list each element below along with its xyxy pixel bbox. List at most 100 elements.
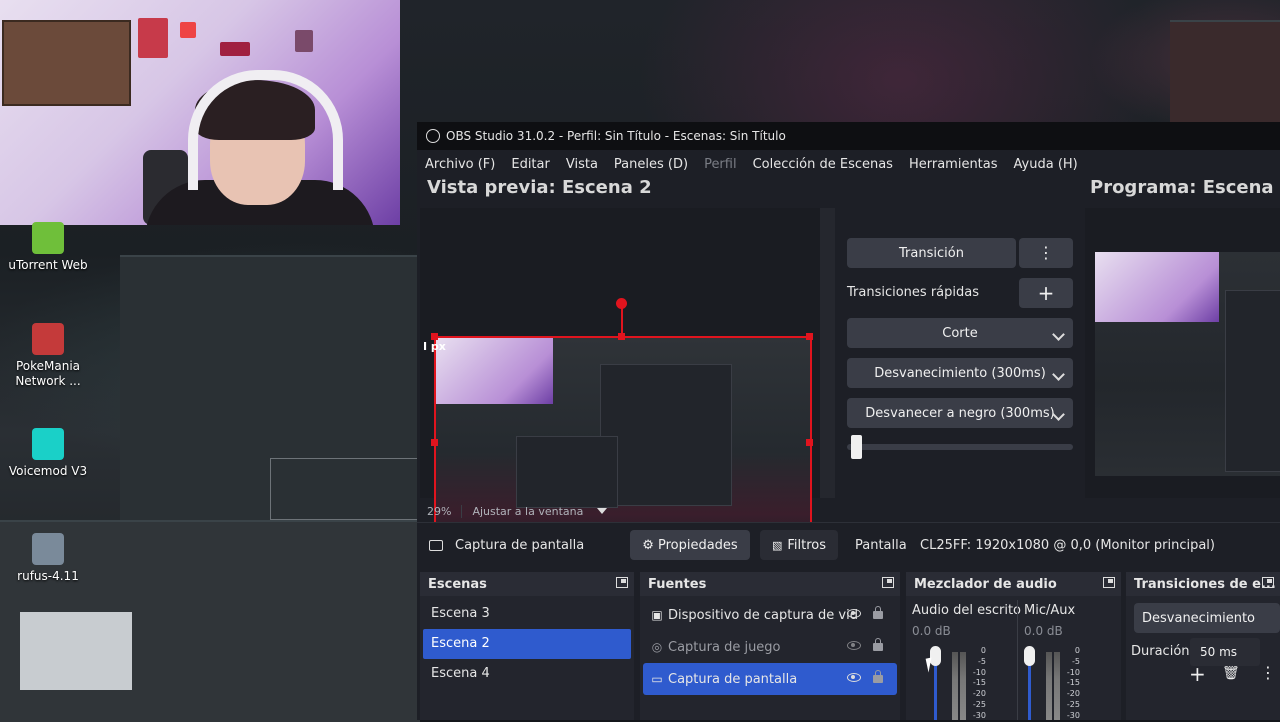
filters-button[interactable]: ▧ Filtros xyxy=(760,530,838,560)
meter-tick: -25 xyxy=(972,699,986,709)
program-nested-window xyxy=(1225,290,1280,472)
duration-label: Duración xyxy=(1131,644,1190,659)
source-item-label: Captura de pantalla xyxy=(668,671,798,687)
filters-label: Filtros xyxy=(787,537,827,553)
chevron-down-icon xyxy=(1052,328,1065,341)
scene-item[interactable]: Escena 2 xyxy=(423,629,631,659)
transition-button[interactable]: Transición xyxy=(847,238,1016,268)
audio-meter xyxy=(952,652,958,720)
menu-perfil[interactable]: Perfil xyxy=(704,157,737,172)
transition-menu-button[interactable]: ⋮ xyxy=(1019,238,1073,268)
monitor-icon: ▭ xyxy=(651,672,663,686)
scene-item[interactable]: Escena 4 xyxy=(423,659,631,689)
quick-transition-cut[interactable]: Corte xyxy=(847,318,1073,348)
duration-value: 50 ms xyxy=(1200,645,1238,659)
preview-nested-window xyxy=(600,364,732,506)
resize-handle[interactable] xyxy=(431,439,438,446)
meter-tick: -25 xyxy=(1066,699,1080,709)
source-item[interactable]: ▭ Captura de pantalla xyxy=(643,663,897,695)
meter-tick: -15 xyxy=(972,678,986,688)
t-bar-handle[interactable] xyxy=(851,435,863,459)
desktop-icon-rufus[interactable]: rufus-4.11 xyxy=(8,533,88,584)
preview-scrollbar[interactable] xyxy=(820,208,835,498)
screen-select[interactable]: CL25FF: 1920x1080 @ 0,0 (Monitor princip… xyxy=(907,530,1280,560)
mixer-channel-name: Audio del escrito xyxy=(912,603,1022,618)
t-bar-slider[interactable] xyxy=(847,444,1073,450)
screen-label: Pantalla xyxy=(855,538,907,553)
menu-archivo[interactable]: Archivo (F) xyxy=(425,157,495,172)
pokemania-icon xyxy=(32,323,64,355)
visibility-hidden-eye-icon[interactable] xyxy=(847,641,861,650)
audio-mixer-header: Mezclador de audio xyxy=(906,572,1121,596)
selected-source-name: Captura de pantalla xyxy=(455,537,585,553)
lock-icon[interactable] xyxy=(873,670,883,683)
undock-icon[interactable] xyxy=(1262,577,1274,588)
menu-coleccion-escenas[interactable]: Colección de Escenas xyxy=(753,157,893,172)
volume-fader-knob[interactable] xyxy=(1024,646,1035,666)
add-quick-transition-button[interactable]: + xyxy=(1019,278,1073,308)
resize-handle[interactable] xyxy=(431,333,438,340)
menu-paneles[interactable]: Paneles (D) xyxy=(614,157,688,172)
rotation-line xyxy=(621,306,623,334)
audio-meter xyxy=(960,652,966,720)
quick-transition-fade[interactable]: Desvanecimiento (300ms) xyxy=(847,358,1073,388)
source-item[interactable]: ◎ Captura de juego xyxy=(643,631,897,663)
headphones xyxy=(188,70,343,190)
transition-type-select[interactable]: Desvanecimiento xyxy=(1134,603,1280,633)
webcam-overlay xyxy=(0,0,400,225)
more-vertical-icon: ⋮ xyxy=(1038,243,1054,262)
plus-icon: + xyxy=(1037,281,1055,305)
menu-herramientas[interactable]: Herramientas xyxy=(909,157,998,172)
mixer-divider xyxy=(1017,600,1018,720)
voicemod-icon xyxy=(32,428,64,460)
properties-button[interactable]: ⚙ Propiedades xyxy=(630,530,750,560)
rufus-icon xyxy=(32,533,64,565)
visibility-eye-icon[interactable] xyxy=(847,673,861,682)
meter-tick: -15 xyxy=(1066,678,1080,688)
source-item[interactable]: ▣ Dispositivo de captura de vid xyxy=(643,599,897,631)
quick-transition-fade-black[interactable]: Desvanecer a negro (300ms) xyxy=(847,398,1073,428)
undock-icon[interactable] xyxy=(616,577,628,588)
utorrent-icon xyxy=(32,222,64,254)
source-item-label: Dispositivo de captura de vid xyxy=(668,607,858,623)
fit-to-window-dropdown[interactable]: Ajustar a la ventana xyxy=(461,504,593,518)
resize-handle[interactable] xyxy=(806,439,813,446)
scene-item[interactable]: Escena 3 xyxy=(423,599,631,629)
chevron-down-icon xyxy=(1052,368,1065,381)
camera-icon: ▣ xyxy=(651,608,663,622)
zoom-level: 29% xyxy=(427,504,452,518)
resize-handle[interactable] xyxy=(806,333,813,340)
title-bar: OBS Studio 31.0.2 - Perfil: Sin Título -… xyxy=(417,122,1280,150)
resize-handle[interactable] xyxy=(618,333,625,340)
desktop-icon-utorrent[interactable]: uTorrent Web xyxy=(8,222,88,273)
undock-icon[interactable] xyxy=(882,577,894,588)
dropdown-arrow-icon[interactable] xyxy=(597,508,608,514)
gear-icon: ⚙ xyxy=(642,537,654,553)
meter-tick: -20 xyxy=(1066,689,1080,699)
desktop-icon-label: PokeMania Network ... xyxy=(15,359,81,388)
trash-icon[interactable]: 🗑 xyxy=(1222,665,1240,681)
wall-poster xyxy=(2,20,131,106)
desktop-icon-pokemania[interactable]: PokeMania Network ... xyxy=(8,323,88,389)
lock-icon[interactable] xyxy=(873,606,883,619)
desktop-icon-voicemod[interactable]: Voicemod V3 xyxy=(8,428,88,479)
program-output-image xyxy=(1095,252,1280,476)
meter-tick: -5 xyxy=(1072,656,1080,666)
desktop-icon-label: rufus-4.11 xyxy=(17,569,79,583)
background-fence xyxy=(270,458,422,520)
audio-mixer-dock: Mezclador de audio Audio del escrito 0.0… xyxy=(906,572,1121,720)
gamepad-icon: ◎ xyxy=(651,640,663,654)
duration-input[interactable]: 50 ms xyxy=(1190,638,1260,666)
preview-canvas[interactable]: I px xyxy=(420,208,820,552)
menu-vista[interactable]: Vista xyxy=(566,157,598,172)
lock-icon[interactable] xyxy=(873,638,883,651)
more-vertical-icon[interactable]: ⋮ xyxy=(1260,663,1276,682)
quick-transition-label: Desvanecimiento (300ms) xyxy=(874,365,1046,381)
wall-sticker xyxy=(295,30,313,52)
visibility-eye-icon[interactable] xyxy=(847,609,861,618)
menu-editar[interactable]: Editar xyxy=(511,157,550,172)
rotation-handle[interactable] xyxy=(616,298,627,309)
menu-ayuda[interactable]: Ayuda (H) xyxy=(1014,157,1078,172)
undock-icon[interactable] xyxy=(1103,577,1115,588)
program-canvas xyxy=(1085,208,1280,498)
